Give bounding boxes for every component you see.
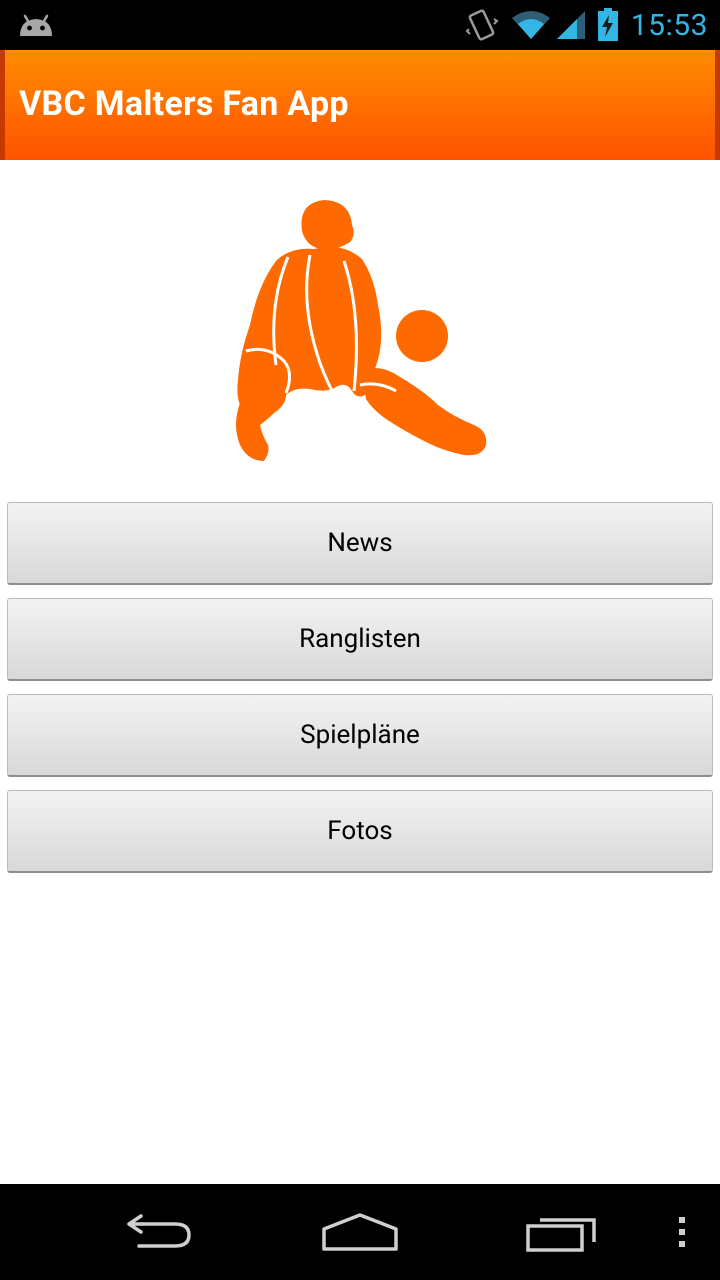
status-bar: 15:53	[0, 0, 720, 50]
back-icon	[127, 1214, 191, 1248]
spielplaene-button[interactable]: Spielpläne	[7, 694, 713, 777]
overflow-menu-icon	[679, 1217, 685, 1247]
app-screen: 15:53 VBC Malters Fan App News Rangliste…	[0, 0, 720, 1280]
recents-button[interactable]	[512, 1184, 612, 1280]
home-icon	[322, 1213, 398, 1251]
recents-icon	[526, 1218, 596, 1252]
signal-icon	[556, 11, 585, 39]
home-button[interactable]	[310, 1184, 410, 1280]
overflow-menu-button[interactable]	[660, 1184, 704, 1280]
navigation-bar	[0, 1184, 720, 1280]
status-icons: 15:53	[465, 0, 720, 50]
ranglisten-button[interactable]: Ranglisten	[7, 598, 713, 681]
main-menu: News Ranglisten Spielpläne Fotos	[7, 502, 713, 886]
news-button[interactable]: News	[7, 502, 713, 585]
action-bar: VBC Malters Fan App	[0, 50, 720, 160]
android-debug-icon	[20, 14, 52, 36]
battery-charging-icon	[597, 8, 618, 41]
volleyball-player-icon	[236, 200, 487, 461]
status-clock: 15:53	[630, 7, 708, 43]
wifi-icon	[511, 11, 550, 39]
vibrate-icon	[465, 9, 499, 41]
app-title: VBC Malters Fan App	[19, 84, 349, 124]
back-button[interactable]	[110, 1184, 210, 1280]
fotos-button[interactable]: Fotos	[7, 790, 713, 873]
